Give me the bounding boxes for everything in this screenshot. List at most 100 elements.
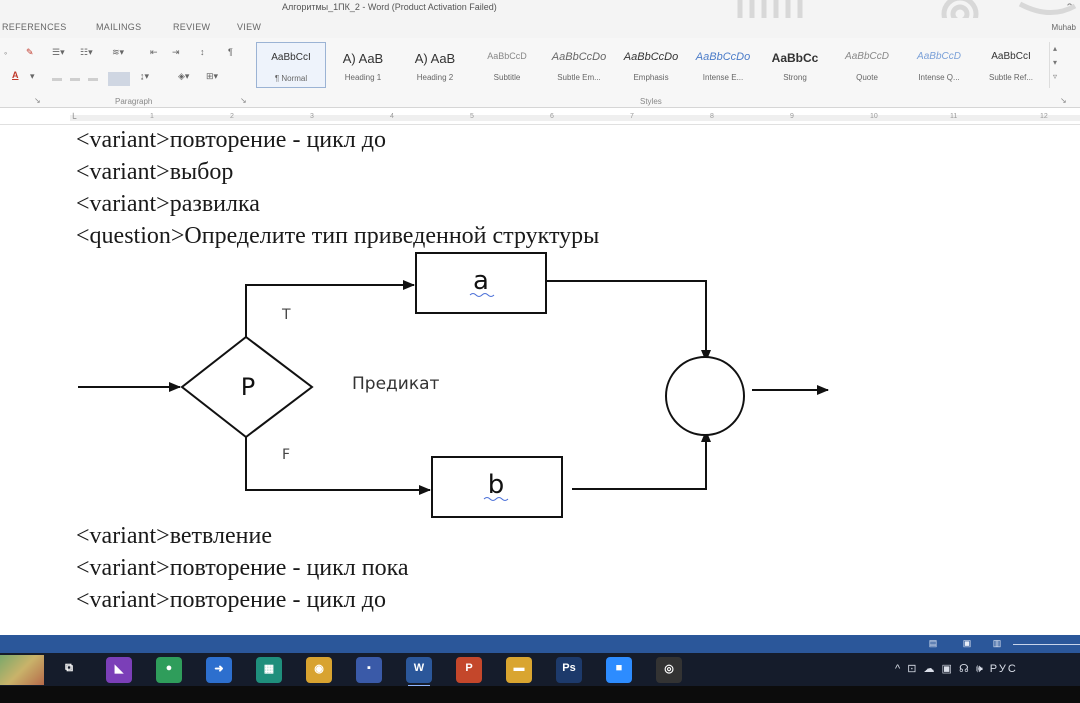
horizontal-ruler[interactable]: └ 1 2 3 4 5 6 7 8 9 10 11 12	[0, 109, 1080, 125]
save-disk-icon[interactable]: ▪	[356, 657, 382, 683]
styles-gallery: AaBbCcI ¶ Normal A) AaB Heading 1 A) AaB…	[256, 42, 1048, 88]
photoshop-icon[interactable]: Ps	[556, 657, 582, 683]
show-formatting-icon[interactable]: ¶	[228, 47, 233, 57]
increase-indent-icon[interactable]: ⇥	[172, 47, 180, 57]
style-name: Strong	[783, 73, 807, 82]
align-center-icon[interactable]	[70, 78, 80, 81]
taskbar-glyph: P	[465, 662, 473, 674]
styles-gallery-scroll[interactable]: ▴ ▾ ▿	[1049, 42, 1063, 88]
user-account[interactable]: Muhab	[1052, 23, 1076, 32]
taskbar-glyph: ▬	[513, 662, 525, 674]
tab-mailings[interactable]: MAILINGS	[96, 22, 141, 32]
ribbon: ◦ ✎ A ▾ ☰▾ ☷▾ ≋▾ ⇤ ⇥ ↕ ¶ ↨▾ ◈▾ ⊞▾ ↘ Para…	[0, 38, 1080, 108]
decrease-indent-icon[interactable]: ⇤	[150, 47, 158, 57]
zoom-slider[interactable]	[1013, 644, 1080, 645]
text-effects-icon[interactable]: ◦	[4, 48, 7, 58]
styles-group-launcher-icon[interactable]: ↘	[1060, 96, 1067, 105]
style-quote[interactable]: AaBbCcD Quote	[832, 42, 902, 88]
ruler-mark: 9	[790, 113, 794, 120]
paragraph-group-label: Paragraph	[115, 97, 153, 106]
style-name: Emphasis	[633, 73, 669, 82]
document-line: <variant>повторение - цикл до	[76, 587, 386, 613]
box-a-label: a	[473, 266, 489, 296]
style-sample: AaBbCcD	[487, 51, 527, 61]
style-sample: A) AaB	[342, 51, 384, 66]
taskbar-glyph: ●	[165, 662, 173, 674]
zoom-icon[interactable]: ■	[606, 657, 632, 683]
shading-icon[interactable]: ◈▾	[178, 71, 189, 81]
style-normal[interactable]: AaBbCcI ¶ Normal	[256, 42, 326, 88]
bullets-icon[interactable]: ☰▾	[52, 47, 65, 57]
borders-icon[interactable]: ⊞▾	[206, 71, 218, 81]
document-page[interactable]: <variant>повторение - цикл до <variant>в…	[0, 125, 1080, 635]
taskbar-glyph: ■	[615, 662, 623, 674]
read-mode-icon[interactable]: ▤	[926, 638, 940, 650]
style-sample: AaBbCcI	[271, 52, 311, 63]
tab-references[interactable]: REFERENCES	[2, 22, 67, 32]
desktop-thumbnail[interactable]	[0, 655, 44, 685]
font-color-dropdown-icon[interactable]: ▾	[30, 71, 35, 81]
calculator-icon[interactable]: ▦	[256, 657, 282, 683]
numbering-icon[interactable]: ☷▾	[80, 47, 93, 57]
tab-review[interactable]: REVIEW	[173, 22, 210, 32]
align-left-icon[interactable]	[52, 78, 62, 81]
scroll-down-icon[interactable]: ▾	[1053, 58, 1057, 67]
false-branch-label: F	[282, 447, 290, 463]
screen-bottom-edge	[0, 686, 1080, 703]
font-group-launcher-icon[interactable]: ↘	[34, 96, 41, 105]
style-sample: AaBbCcDo	[695, 51, 751, 63]
style-strong[interactable]: AaBbCc Strong	[760, 42, 830, 88]
obs-icon[interactable]: ◎	[656, 657, 682, 683]
taskbar-glyph: W	[413, 662, 425, 674]
powerpoint-icon[interactable]: P	[456, 657, 482, 683]
align-right-icon[interactable]	[88, 78, 98, 81]
word-icon[interactable]: W	[406, 657, 432, 687]
ruler-track	[70, 115, 1080, 121]
system-tray[interactable]: ^ ⊡ ☁ ▣ ☊ 🕪 РУС	[895, 662, 1018, 676]
more-styles-icon[interactable]: ▿	[1053, 72, 1057, 81]
arrow-app-icon[interactable]: ➜	[206, 657, 232, 683]
style-heading-1[interactable]: A) AaB Heading 1	[328, 42, 398, 88]
print-layout-icon[interactable]: ▣	[960, 638, 974, 650]
style-heading-2[interactable]: A) AaB Heading 2	[400, 42, 470, 88]
web-layout-icon[interactable]: ▥	[990, 638, 1004, 650]
font-color-icon[interactable]: A	[12, 70, 19, 80]
ruler-mark: 6	[550, 113, 554, 120]
chrome-icon[interactable]: ◉	[306, 657, 332, 683]
visual-studio-icon[interactable]: ◣	[106, 657, 132, 683]
taskbar-glyph: Ps	[562, 662, 576, 674]
file-explorer-icon[interactable]: ▬	[506, 657, 532, 683]
tab-stop-marker-icon[interactable]: └	[70, 113, 76, 123]
style-emphasis[interactable]: AaBbCcDo Emphasis	[616, 42, 686, 88]
style-subtitle[interactable]: AaBbCcD Subtitle	[472, 42, 542, 88]
style-intense-quote[interactable]: AaBbCcD Intense Q...	[904, 42, 974, 88]
tab-view[interactable]: VIEW	[237, 22, 261, 32]
paragraph-group-launcher-icon[interactable]: ↘	[240, 96, 247, 105]
false-branch-arrow	[245, 437, 431, 495]
style-sample: AaBbCcD	[845, 51, 889, 62]
style-subtle-emphasis[interactable]: AaBbCcDo Subtle Em...	[544, 42, 614, 88]
style-name: Intense Q...	[918, 73, 960, 82]
status-bar: ▤ ▣ ▥	[0, 635, 1080, 653]
task-view-icon[interactable]: ⧉	[56, 657, 82, 683]
highlight-icon[interactable]: ✎	[26, 47, 34, 57]
title-bar: Алгоритмы_1ПК_2 - Word (Product Activati…	[0, 0, 1080, 33]
ruler-mark: 5	[470, 113, 474, 120]
style-subtle-reference[interactable]: AaBbCcI Subtle Ref...	[976, 42, 1046, 88]
line-spacing-icon[interactable]: ↨▾	[140, 71, 149, 81]
ruler-mark: 10	[870, 113, 878, 120]
sort-icon[interactable]: ↕	[200, 47, 205, 57]
junction-circle	[665, 356, 745, 436]
document-line: <variant>ветвление	[76, 523, 273, 549]
multilevel-list-icon[interactable]: ≋▾	[112, 47, 124, 57]
style-intense-emphasis[interactable]: AaBbCcDo Intense E...	[688, 42, 758, 88]
taskbar-glyph: ➜	[214, 663, 224, 675]
box-b-to-junction-arrow	[572, 430, 711, 490]
window-title: Алгоритмы_1ПК_2 - Word (Product Activati…	[282, 2, 497, 12]
taskbar-glyph: ⧉	[65, 662, 73, 674]
box-b-label: b	[488, 470, 505, 500]
justify-icon[interactable]	[108, 72, 130, 86]
style-name: Quote	[856, 73, 878, 82]
xbox-icon[interactable]: ●	[156, 657, 182, 683]
scroll-up-icon[interactable]: ▴	[1053, 44, 1057, 53]
